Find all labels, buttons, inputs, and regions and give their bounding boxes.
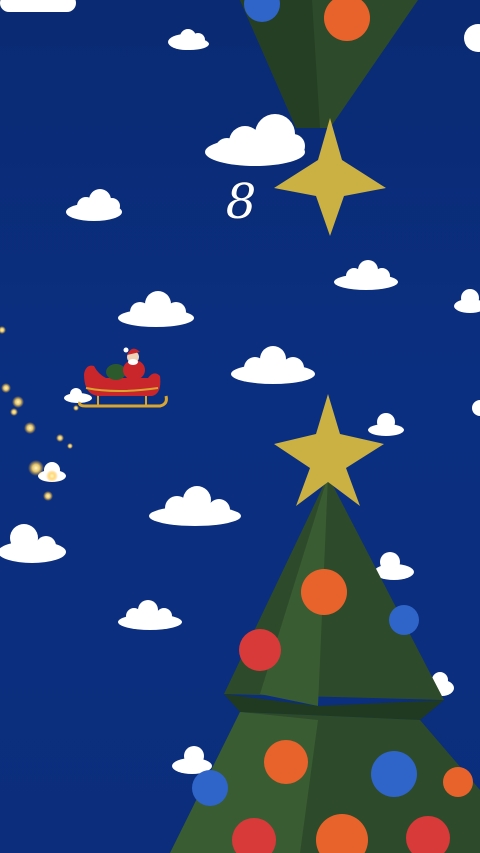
sleigh-runner: [78, 395, 168, 408]
santa-hat-pompom: [123, 347, 129, 353]
santa-sleigh-icon: [78, 347, 168, 408]
game-stage[interactable]: 8: [0, 0, 480, 853]
gift-sack: [106, 364, 126, 380]
score-counter: 8: [225, 174, 257, 230]
santa-beard: [128, 359, 138, 365]
